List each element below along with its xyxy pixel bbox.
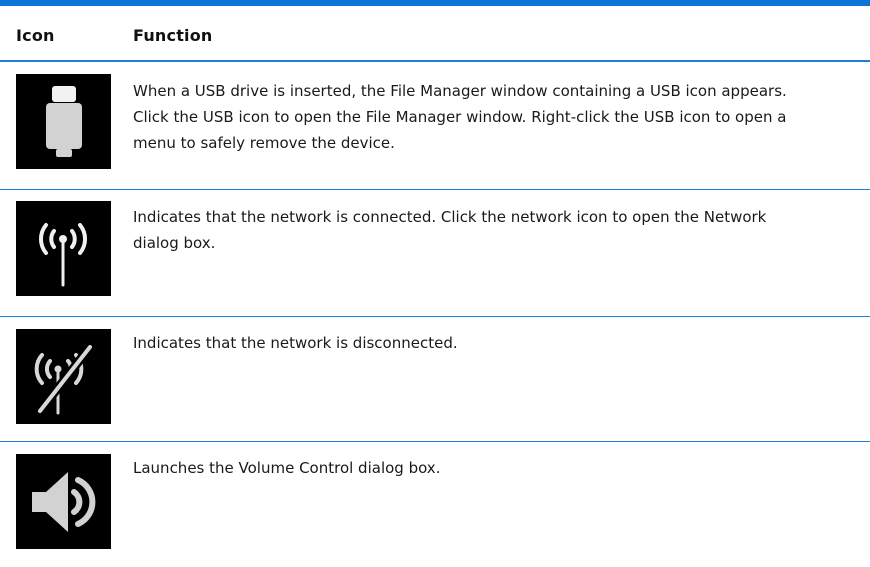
network-connected-icon <box>16 201 111 296</box>
table-header-row: Icon Function <box>0 6 870 60</box>
function-column-header: Function <box>133 26 213 45</box>
table-row-network-disconnected: Indicates that the network is disconnect… <box>0 317 870 441</box>
network-disconnected-function-text: Indicates that the network is disconnect… <box>133 330 860 356</box>
network-disconnected-icon <box>16 329 111 424</box>
network-connected-function-text: Indicates that the network is connected.… <box>133 204 860 256</box>
usb-function-line: When a USB drive is inserted, the File M… <box>133 82 787 100</box>
network-disconnected-function-line: Indicates that the network is disconnect… <box>133 334 458 352</box>
table-row-usb: When a USB drive is inserted, the File M… <box>0 62 870 189</box>
volume-function-text: Launches the Volume Control dialog box. <box>133 455 860 481</box>
table-row-volume: Launches the Volume Control dialog box. <box>0 442 870 567</box>
table-row-network-connected: Indicates that the network is connected.… <box>0 190 870 316</box>
volume-icon <box>16 454 111 549</box>
usb-icon <box>16 74 111 169</box>
volume-function-line: Launches the Volume Control dialog box. <box>133 459 441 477</box>
usb-function-text: When a USB drive is inserted, the File M… <box>133 78 860 156</box>
network-connected-function-line: dialog box. <box>133 234 216 252</box>
usb-function-line: menu to safely remove the device. <box>133 134 395 152</box>
network-connected-function-line: Indicates that the network is connected.… <box>133 208 767 226</box>
icon-column-header: Icon <box>16 26 55 45</box>
usb-function-line: Click the USB icon to open the File Mana… <box>133 108 787 126</box>
